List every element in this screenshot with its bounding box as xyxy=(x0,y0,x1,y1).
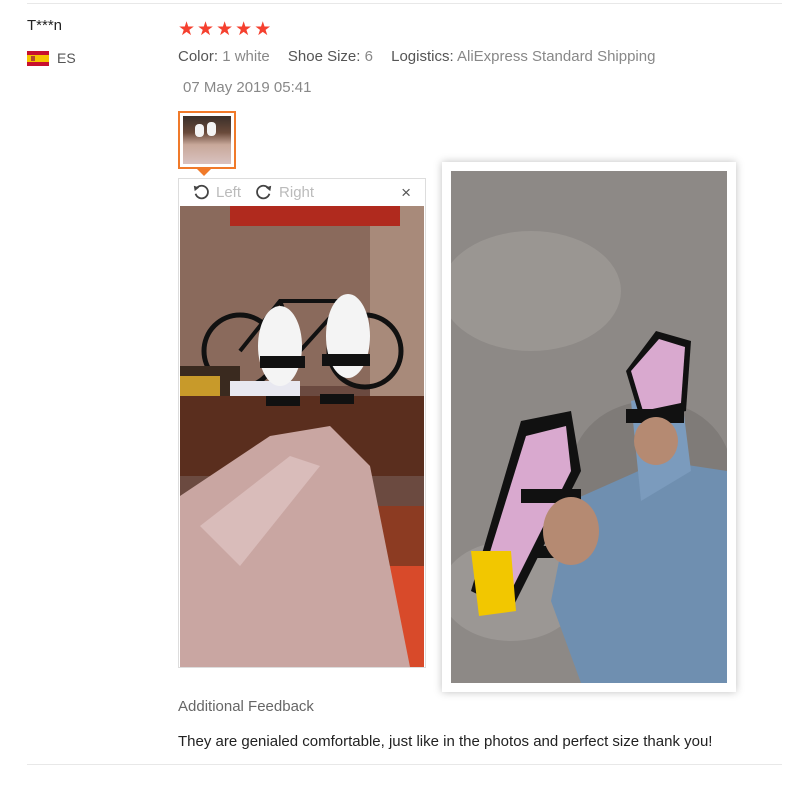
review-date: 07 May 2019 05:41 xyxy=(183,79,312,96)
thumbnail-image xyxy=(183,116,231,164)
size-value: 6 xyxy=(364,48,373,65)
star-icon: ★ xyxy=(197,19,215,40)
additional-feedback-heading: Additional Feedback xyxy=(178,698,314,715)
thumbnail-selected-caret xyxy=(197,169,211,176)
rotate-right-button[interactable]: Right xyxy=(255,183,314,201)
additional-feedback-text: They are genialed comfortable, just like… xyxy=(178,733,713,750)
logistics-label: Logistics: xyxy=(391,48,454,65)
logistics-value: AliExpress Standard Shipping xyxy=(457,48,656,65)
star-icon: ★ xyxy=(254,19,272,40)
rotate-left-label: Left xyxy=(216,183,242,201)
review-photo-pink-shoes xyxy=(451,171,727,683)
country-code: ES xyxy=(57,50,76,66)
close-icon[interactable]: × xyxy=(401,183,411,203)
rotate-left-icon xyxy=(193,184,209,200)
bottom-divider xyxy=(27,764,782,765)
star-rating: ★ ★ ★ ★ ★ xyxy=(178,20,271,39)
reviewer-name: T***n xyxy=(27,17,63,34)
star-icon: ★ xyxy=(216,19,234,40)
color-label: Color: xyxy=(178,48,219,65)
rotate-right-icon xyxy=(256,184,272,200)
enlarged-photo-frame xyxy=(442,162,736,692)
viewer-toolbar: Left Right × xyxy=(179,179,425,205)
reviewer-country: ES xyxy=(27,50,76,66)
review-photo-white-shoes xyxy=(180,206,424,667)
order-info: Color: 1 white Shoe Size: 6 Logistics: A… xyxy=(178,48,669,65)
rotate-right-label: Right xyxy=(279,183,315,201)
star-icon: ★ xyxy=(235,19,253,40)
color-value: 1 white xyxy=(222,48,270,65)
review-photo-thumbnail[interactable] xyxy=(178,111,236,169)
spain-flag-icon xyxy=(27,50,49,66)
star-icon: ★ xyxy=(178,19,196,40)
size-label: Shoe Size: xyxy=(287,48,361,65)
photo-viewer: Left Right × xyxy=(178,178,426,668)
top-divider xyxy=(27,3,782,4)
rotate-left-button[interactable]: Left xyxy=(192,183,241,201)
